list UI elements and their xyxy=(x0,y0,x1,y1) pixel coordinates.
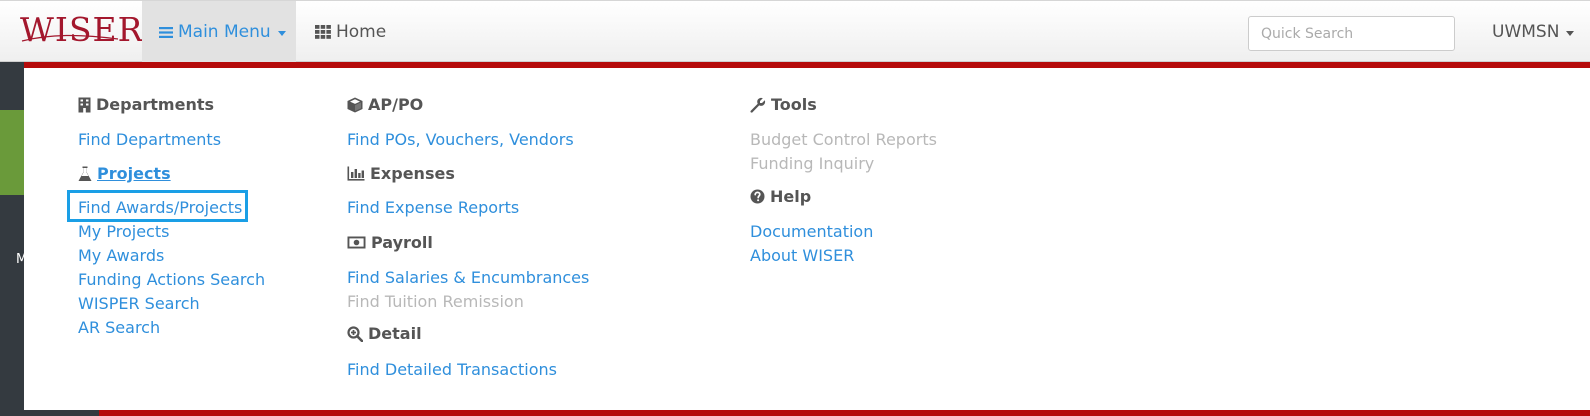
find-pos-vouchers-vendors-link[interactable]: Find POs, Vouchers, Vendors xyxy=(347,130,574,149)
home-label: Home xyxy=(336,22,387,42)
about-wiser-link[interactable]: About WISER xyxy=(750,246,854,265)
ar-search-link[interactable]: AR Search xyxy=(78,318,160,337)
documentation-link[interactable]: Documentation xyxy=(750,222,873,241)
find-expense-reports-link[interactable]: Find Expense Reports xyxy=(347,198,519,217)
my-projects-link[interactable]: My Projects xyxy=(78,222,169,241)
grid-icon xyxy=(315,25,331,39)
find-detailed-transactions-link[interactable]: Find Detailed Transactions xyxy=(347,360,557,379)
detail-heading: Detail xyxy=(347,324,422,343)
expenses-heading-label: Expenses xyxy=(370,164,455,183)
find-tuition-remission-link: Find Tuition Remission xyxy=(347,292,524,311)
hamburger-icon xyxy=(159,26,173,38)
appo-heading: AP/PO xyxy=(347,95,423,114)
sidebar-bottom-strip xyxy=(24,410,99,416)
caret-down-icon xyxy=(277,30,286,36)
quick-search-input[interactable] xyxy=(1248,16,1455,51)
tools-heading: Tools xyxy=(750,95,817,114)
projects-heading-link[interactable]: Projects xyxy=(97,164,171,183)
top-navbar: WISER Main Menu Home UWMSN xyxy=(0,0,1590,63)
building-icon xyxy=(78,97,91,112)
expenses-heading: Expenses xyxy=(347,164,455,183)
projects-heading[interactable]: Projects xyxy=(78,164,171,183)
my-awards-link[interactable]: My Awards xyxy=(78,246,164,265)
find-salaries-encumbrances-link[interactable]: Find Salaries & Encumbrances xyxy=(347,268,589,287)
brand-logo[interactable]: WISER xyxy=(20,10,144,50)
departments-heading-label: Departments xyxy=(96,95,215,114)
departments-heading: Departments xyxy=(78,95,214,114)
find-departments-link[interactable]: Find Departments xyxy=(78,130,221,149)
brand-swoosh-icon xyxy=(21,34,119,42)
help-heading: Help xyxy=(750,187,811,206)
payroll-heading: Payroll xyxy=(347,233,433,252)
user-label: UWMSN xyxy=(1492,22,1560,42)
main-menu-dropdown: Departments Find Departments Projects Fi… xyxy=(24,62,1590,416)
sidebar-item-label: M xyxy=(16,252,24,267)
flask-icon xyxy=(78,166,92,181)
wisper-search-link[interactable]: WISPER Search xyxy=(78,294,200,313)
question-circle-icon xyxy=(750,189,765,204)
bar-chart-icon xyxy=(347,166,365,181)
cube-icon xyxy=(347,97,363,112)
money-icon xyxy=(347,236,366,249)
payroll-heading-label: Payroll xyxy=(371,233,433,252)
main-menu-toggle[interactable]: Main Menu xyxy=(142,1,296,63)
funding-inquiry-link: Funding Inquiry xyxy=(750,154,875,173)
help-heading-label: Help xyxy=(770,187,812,206)
find-awards-projects-link[interactable]: Find Awards/Projects xyxy=(78,198,242,217)
caret-down-icon xyxy=(1566,30,1575,36)
detail-heading-label: Detail xyxy=(368,324,422,343)
zoom-in-icon xyxy=(347,325,363,342)
wrench-icon xyxy=(750,97,766,113)
tools-heading-label: Tools xyxy=(771,95,817,114)
sidebar-active-item[interactable] xyxy=(0,110,24,195)
user-menu-toggle[interactable]: UWMSN xyxy=(1492,1,1575,63)
appo-heading-label: AP/PO xyxy=(368,95,424,114)
funding-actions-search-link[interactable]: Funding Actions Search xyxy=(78,270,265,289)
budget-control-reports-link: Budget Control Reports xyxy=(750,130,937,149)
home-link[interactable]: Home xyxy=(315,1,386,63)
main-menu-label: Main Menu xyxy=(178,22,271,42)
